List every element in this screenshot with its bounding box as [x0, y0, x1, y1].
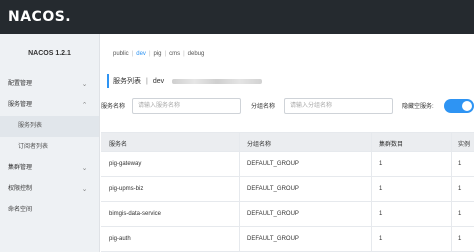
column-divider: [451, 132, 452, 252]
service-name-cell: pig-upms-biz: [109, 186, 144, 192]
namespace-public[interactable]: public: [110, 51, 132, 57]
sidebar-item-label: 权限控制: [8, 186, 33, 192]
table-row[interactable]: pig-auth DEFAULT_GROUP 1 1: [101, 227, 474, 252]
sidebar: NACOS 1.2.1 配置管理 ⌄ 服务管理 ⌃ 服务列表 订阅者列表 集群管…: [0, 34, 100, 252]
sidebar-item-service-management[interactable]: 服务管理 ⌃: [0, 95, 99, 116]
sidebar-item-config-management[interactable]: 配置管理 ⌄: [0, 74, 99, 95]
chevron-down-icon: ⌄: [81, 186, 88, 193]
table-row[interactable]: bimgis-data-service DEFAULT_GROUP 1 1: [101, 202, 474, 227]
table-row[interactable]: pig-upms-biz DEFAULT_GROUP 1 1: [101, 177, 474, 202]
current-namespace: dev: [152, 77, 165, 85]
cluster-count-cell: 1: [379, 236, 383, 242]
main-content: public | dev | pig | cms | debug 服务列表 | …: [101, 34, 474, 252]
title-separator: |: [146, 77, 148, 85]
column-header-group-name: 分组名称: [247, 142, 272, 148]
sidebar-item-label: 服务列表: [18, 123, 43, 129]
service-name-cell: pig-gateway: [109, 161, 142, 167]
service-name-input[interactable]: [132, 98, 241, 114]
sidebar-item-label: 订阅者列表: [18, 144, 49, 150]
sidebar-item-subscriber-list[interactable]: 订阅者列表: [0, 137, 99, 158]
sidebar-item-label: 配置管理: [8, 81, 33, 87]
namespace-id-redacted: [172, 78, 263, 84]
chevron-down-icon: ⌄: [81, 165, 88, 172]
chevron-down-icon: ⌄: [81, 81, 88, 88]
cluster-count-cell: 1: [379, 161, 383, 167]
logo-text: NACOS.: [8, 9, 72, 25]
instance-count-cell: 1: [458, 186, 462, 192]
service-name-cell: pig-auth: [109, 236, 131, 242]
page-title: 服务列表 | dev: [107, 74, 263, 88]
column-header-instance-count: 实例: [458, 142, 471, 148]
chevron-up-icon: ⌃: [81, 102, 88, 109]
sidebar-item-label: 命名空间: [8, 207, 33, 213]
sidebar-item-access-control[interactable]: 权限控制 ⌄: [0, 179, 99, 200]
sidebar-item-namespace[interactable]: 命名空间: [0, 200, 99, 221]
column-header-service-name: 服务名: [109, 142, 128, 148]
sidebar-item-service-list[interactable]: 服务列表: [0, 116, 99, 137]
toggle-knob: [462, 101, 472, 111]
namespace-dev[interactable]: dev: [133, 51, 149, 57]
sidebar-title: NACOS 1.2.1: [28, 50, 71, 57]
sidebar-item-label: 服务管理: [8, 102, 33, 108]
column-header-cluster-count: 集群数目: [379, 142, 404, 148]
service-name-label: 服务名称: [101, 104, 126, 110]
sidebar-item-label: 集群管理: [8, 165, 33, 171]
instance-count-cell: 1: [458, 211, 462, 217]
service-name-cell: bimgis-data-service: [109, 211, 162, 217]
namespace-cms[interactable]: cms: [166, 51, 183, 57]
group-name-cell: DEFAULT_GROUP: [247, 236, 299, 242]
group-name-cell: DEFAULT_GROUP: [247, 161, 299, 167]
group-name-label: 分组名称: [251, 104, 276, 110]
group-name-cell: DEFAULT_GROUP: [247, 186, 299, 192]
table-row[interactable]: pig-gateway DEFAULT_GROUP 1 1: [101, 152, 474, 177]
nacos-logo[interactable]: NACOS.: [8, 8, 71, 26]
table-header: 服务名 分组名称 集群数目 实例: [101, 132, 474, 152]
column-divider: [239, 132, 240, 252]
group-name-cell: DEFAULT_GROUP: [247, 211, 299, 217]
instance-count-cell: 1: [458, 161, 462, 167]
column-divider: [371, 132, 372, 252]
namespace-pig[interactable]: pig: [151, 51, 165, 57]
cluster-count-cell: 1: [379, 186, 383, 192]
filter-bar: 服务名称 分组名称 隐藏空服务:: [101, 98, 474, 114]
cluster-count-cell: 1: [379, 211, 383, 217]
top-navbar: NACOS.: [0, 0, 474, 34]
namespace-bar: public | dev | pig | cms | debug: [101, 45, 474, 63]
page-title-text: 服务列表: [113, 78, 141, 85]
hide-empty-label: 隐藏空服务:: [402, 104, 434, 110]
group-name-input[interactable]: [284, 98, 393, 114]
sidebar-item-cluster-management[interactable]: 集群管理 ⌄: [0, 158, 99, 179]
instance-count-cell: 1: [458, 236, 462, 242]
namespace-debug[interactable]: debug: [185, 51, 208, 57]
hide-empty-toggle[interactable]: [444, 99, 474, 113]
